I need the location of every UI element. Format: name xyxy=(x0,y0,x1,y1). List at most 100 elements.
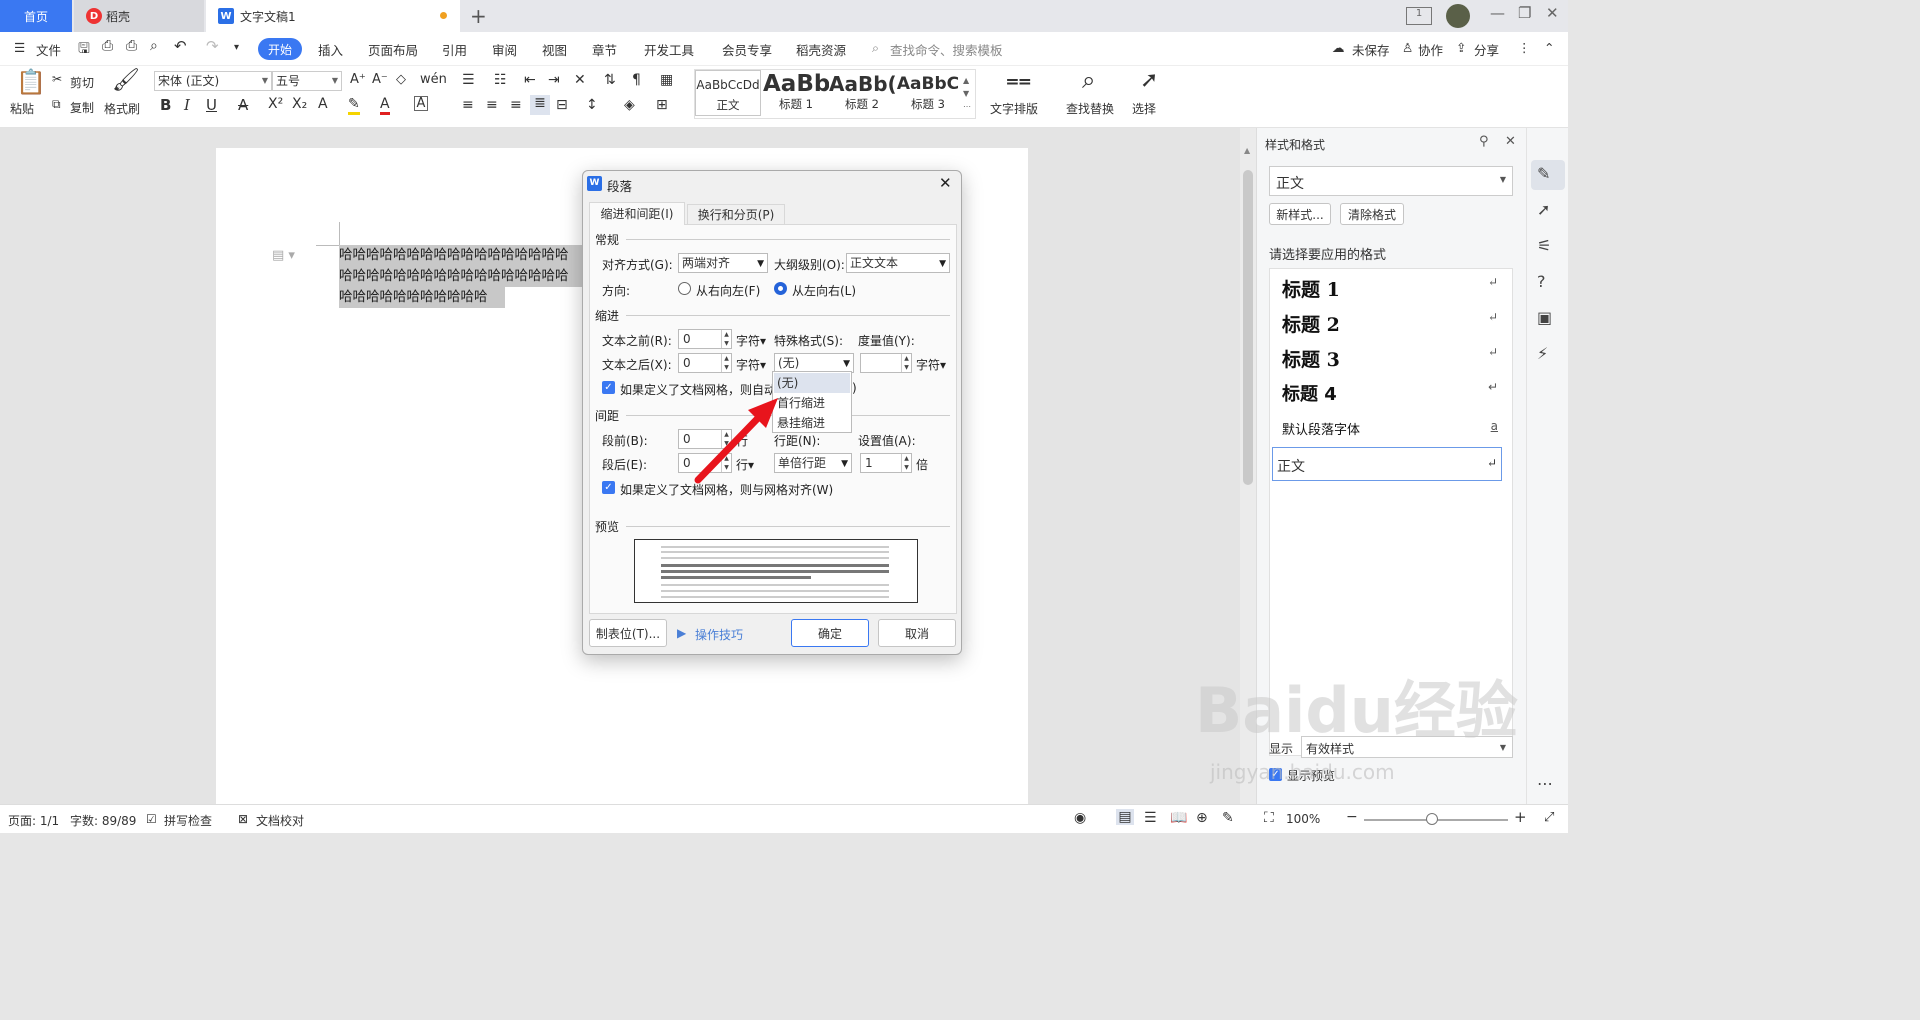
tab-line-page-breaks[interactable]: 换行和分页(P) xyxy=(687,204,785,225)
line-spacing-icon[interactable]: ↕ xyxy=(586,97,598,113)
style-item-heading1[interactable]: 标题 1 ↵ xyxy=(1282,275,1512,302)
redo-icon[interactable]: ↷ xyxy=(206,37,219,55)
before-text-unit[interactable]: 字符▾ xyxy=(736,332,766,349)
collab-button[interactable]: 协作 xyxy=(1418,40,1443,59)
select-pointer-icon[interactable]: ➚ xyxy=(1537,200,1550,219)
spinner-icon[interactable]: ▲ ▼ xyxy=(721,430,731,448)
fit-page-icon[interactable]: ⛶ xyxy=(1264,810,1274,826)
menu-insert[interactable]: 插入 xyxy=(318,40,343,59)
after-text-unit[interactable]: 字符▾ xyxy=(736,356,766,373)
space-after-input[interactable]: 0 ▲ ▼ xyxy=(678,453,732,473)
adjust-icon[interactable]: ⚟ xyxy=(1537,236,1551,255)
style-item-default-font[interactable]: 默认段落字体 a xyxy=(1282,419,1512,438)
doc-line-3[interactable]: 哈哈哈哈哈哈哈哈哈哈哈 xyxy=(339,287,505,308)
tab-document[interactable]: W 文字文稿1 xyxy=(206,0,460,32)
superscript-icon[interactable]: X² xyxy=(268,96,283,112)
proofread-button[interactable]: 文档校对 xyxy=(256,812,304,829)
clear-format-icon[interactable]: ◇ xyxy=(396,72,406,87)
strikethrough-icon[interactable]: A xyxy=(238,96,248,114)
doc-line-2[interactable]: 哈哈哈哈哈哈哈哈哈哈哈哈哈哈哈哈哈 xyxy=(339,266,582,287)
close-window-button[interactable]: ✕ xyxy=(1546,4,1559,22)
style-item-heading4[interactable]: 标题 4 ↵ xyxy=(1282,380,1512,406)
gallery-scroll-icon[interactable]: ▲ ▼ ⋯ xyxy=(963,74,971,113)
paste-icon[interactable]: 📋 xyxy=(16,68,46,96)
indent-grid-checkbox[interactable]: ✓ xyxy=(602,381,615,394)
spell-check-button[interactable]: 拼写检查 xyxy=(164,812,212,829)
special-format-select[interactable]: (无) ▼ xyxy=(774,353,854,373)
minimize-button[interactable]: — xyxy=(1490,4,1505,22)
outline-view-icon[interactable]: ☰ xyxy=(1144,810,1157,826)
grow-font-icon[interactable]: A⁺ xyxy=(350,72,366,87)
more-quick-icon[interactable]: ▾ xyxy=(234,42,239,53)
collapse-ribbon-icon[interactable]: ⌃ xyxy=(1544,40,1554,55)
pen-mode-icon[interactable]: ✎ xyxy=(1222,810,1234,826)
style-heading2[interactable]: AaBb(标题 2 xyxy=(829,70,895,116)
style-normal[interactable]: AaBbCcDd 正文 xyxy=(695,70,761,116)
menu-developer[interactable]: 开发工具 xyxy=(644,40,694,59)
styles-panel-title[interactable]: 样式和格式 xyxy=(1265,136,1325,153)
eye-protect-icon[interactable]: ◉ xyxy=(1074,810,1086,826)
ok-button[interactable]: 确定 xyxy=(791,619,869,647)
align-center-icon[interactable]: ≡ xyxy=(486,97,498,113)
space-after-unit[interactable]: 行▾ xyxy=(736,456,754,473)
line-spacing-select[interactable]: 单倍行距 ▼ xyxy=(774,453,852,473)
print-preview-icon[interactable]: ⌕ xyxy=(150,38,158,54)
style-heading1[interactable]: AaBb 标题 1 xyxy=(763,70,829,116)
new-tab-button[interactable]: + xyxy=(470,4,487,28)
menu-reference[interactable]: 引用 xyxy=(442,40,467,59)
underline-icon[interactable]: U xyxy=(206,96,217,114)
outline-level-select[interactable]: 正文文本 ▼ xyxy=(846,253,950,273)
align-right-icon[interactable]: ≡ xyxy=(510,97,522,113)
shading-icon[interactable]: ◈ xyxy=(624,97,635,113)
dropdown-option-none[interactable]: (无) xyxy=(774,373,850,393)
align-justify-icon[interactable]: ≣ xyxy=(530,95,550,115)
print-icon[interactable]: ⎙ xyxy=(126,38,137,54)
lightning-icon[interactable]: ⚡ xyxy=(1537,344,1548,363)
find-replace-button[interactable]: 查找替换 xyxy=(1066,100,1114,117)
command-search-input[interactable]: 查找命令、搜索模板 xyxy=(890,40,1003,59)
menu-start[interactable]: 开始 xyxy=(258,38,302,60)
font-size-select[interactable]: 五号 ▼ xyxy=(272,71,342,91)
close-panel-icon[interactable]: ✕ xyxy=(1505,134,1516,149)
bullet-list-icon[interactable]: ☰ xyxy=(462,72,475,88)
spinner-icon[interactable]: ▲ ▼ xyxy=(901,454,911,472)
shrink-font-icon[interactable]: A⁻ xyxy=(372,72,388,87)
font-family-select[interactable]: 宋体 (正文) ▼ xyxy=(154,71,272,91)
more-icon[interactable]: ⋮ xyxy=(1518,40,1531,55)
chinese-layout-icon[interactable]: ✕ xyxy=(574,72,586,88)
style-item-body[interactable]: 正文 ↵ xyxy=(1272,447,1502,481)
subscript-icon[interactable]: X₂ xyxy=(292,96,307,112)
select-button[interactable]: 选择 xyxy=(1132,100,1156,117)
clear-format-button[interactable]: 清除格式 xyxy=(1340,203,1404,225)
spinner-icon[interactable]: ▲ ▼ xyxy=(721,330,731,348)
format-painter-button[interactable]: 格式刷 xyxy=(104,100,140,117)
sort-icon[interactable]: ⇅ xyxy=(604,72,616,88)
decrease-indent-icon[interactable]: ⇤ xyxy=(524,72,536,88)
export-pdf-icon[interactable]: ⎙ xyxy=(102,38,113,54)
layout-icon[interactable]: 1 xyxy=(1406,7,1432,25)
spinner-icon[interactable]: ▲ ▼ xyxy=(721,454,731,472)
style-pen-icon[interactable]: ✎ xyxy=(1537,164,1550,183)
menu-view[interactable]: 视图 xyxy=(542,40,567,59)
cancel-button[interactable]: 取消 xyxy=(878,619,956,647)
rtl-radio[interactable] xyxy=(678,282,691,295)
page-view-icon[interactable]: ▤ xyxy=(1116,809,1134,825)
tab-stops-button[interactable]: 制表位(T)... xyxy=(589,619,667,647)
numbered-list-icon[interactable]: ☷ xyxy=(494,72,507,88)
align-left-icon[interactable]: ≡ xyxy=(462,97,474,113)
scrollbar-thumb[interactable] xyxy=(1243,170,1253,485)
char-border-icon[interactable]: A xyxy=(414,96,428,111)
space-before-unit[interactable]: 行 xyxy=(736,432,748,449)
measure-input[interactable]: ▲ ▼ xyxy=(860,353,912,373)
image-tool-icon[interactable]: ▣ xyxy=(1537,308,1552,327)
read-view-icon[interactable]: 📖 xyxy=(1170,810,1187,826)
highlight-icon[interactable]: ✎ xyxy=(348,96,360,115)
zoom-in-icon[interactable]: + xyxy=(1514,808,1527,826)
show-marks-icon[interactable]: ¶ xyxy=(632,72,641,88)
text-effect-icon[interactable]: A xyxy=(318,96,328,112)
measure-unit[interactable]: 字符▾ xyxy=(916,356,946,373)
menu-review[interactable]: 审阅 xyxy=(492,40,517,59)
table-border-icon[interactable]: ▦ xyxy=(660,72,673,88)
new-style-button[interactable]: 新样式... xyxy=(1269,203,1331,225)
distributed-align-icon[interactable]: ⊟ xyxy=(556,97,568,113)
